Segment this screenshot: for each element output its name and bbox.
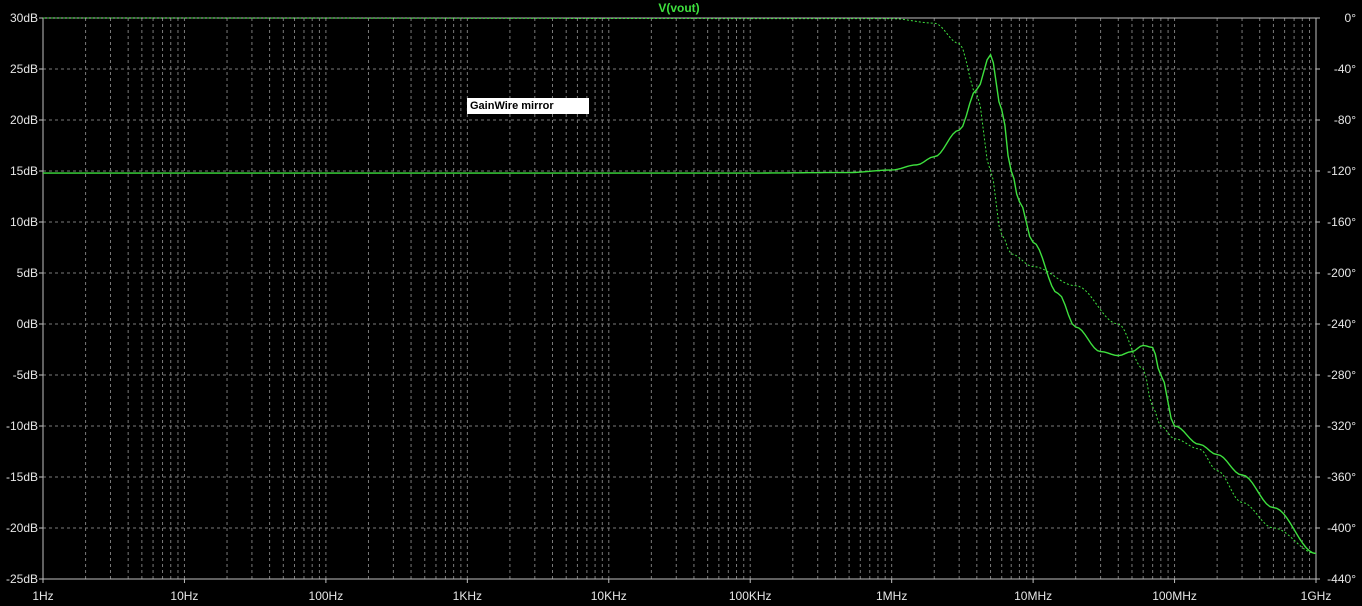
y-right-tick-label: -360° — [1327, 470, 1356, 484]
y-right-tick-label: -320° — [1327, 419, 1356, 433]
y-left-tick-label: 20dB — [10, 113, 38, 127]
y-left-tick-label: 5dB — [17, 266, 38, 280]
y-left-tick-label: 30dB — [10, 11, 38, 25]
x-tick-label: 100KHz — [729, 589, 772, 603]
x-tick-label: 1KHz — [453, 589, 482, 603]
y-right-tick-label: -80° — [1334, 113, 1356, 127]
y-right-tick-label: -280° — [1327, 368, 1356, 382]
y-right-tick-label: -240° — [1327, 317, 1356, 331]
x-tick-label: 100Hz — [309, 589, 344, 603]
x-tick-label: 10Hz — [170, 589, 198, 603]
y-right-tick-label: -160° — [1327, 215, 1356, 229]
x-tick-label: 10MHz — [1014, 589, 1052, 603]
y-left-tick-label: -25dB — [6, 572, 38, 586]
bode-plot: 1Hz 10Hz 100Hz 1KHz 10KHz 100KHz 1MHz 10MHz 100M… — [0, 0, 1362, 606]
x-tick-label: 1MHz — [876, 589, 907, 603]
x-tick-label: 1Hz — [32, 589, 53, 603]
y-right-tick-label: -440° — [1327, 572, 1356, 586]
y-left-tick-label: 0dB — [17, 317, 38, 331]
y-left-tick-label: -20dB — [6, 521, 38, 535]
y-left-tick-label: -15dB — [6, 470, 38, 484]
y-left-tick-label: 15dB — [10, 164, 38, 178]
plot-background — [0, 0, 1362, 606]
y-right-tick-label: -400° — [1327, 521, 1356, 535]
y-right-tick-label: -200° — [1327, 266, 1356, 280]
y-right-tick-label: 0° — [1345, 11, 1357, 25]
y-right-tick-label: -120° — [1327, 164, 1356, 178]
x-tick-label: 10KHz — [591, 589, 627, 603]
y-left-tick-label: 10dB — [10, 215, 38, 229]
y-right-tick-label: -40° — [1334, 62, 1356, 76]
chart-title: V(vout) — [658, 1, 699, 15]
x-tick-label: 1GHz — [1301, 589, 1332, 603]
y-left-tick-label: -10dB — [6, 419, 38, 433]
y-left-tick-label: 25dB — [10, 62, 38, 76]
y-left-tick-label: -5dB — [13, 368, 38, 382]
annotation-label: GainWire mirror — [467, 98, 589, 114]
x-tick-label: 100MHz — [1152, 589, 1197, 603]
